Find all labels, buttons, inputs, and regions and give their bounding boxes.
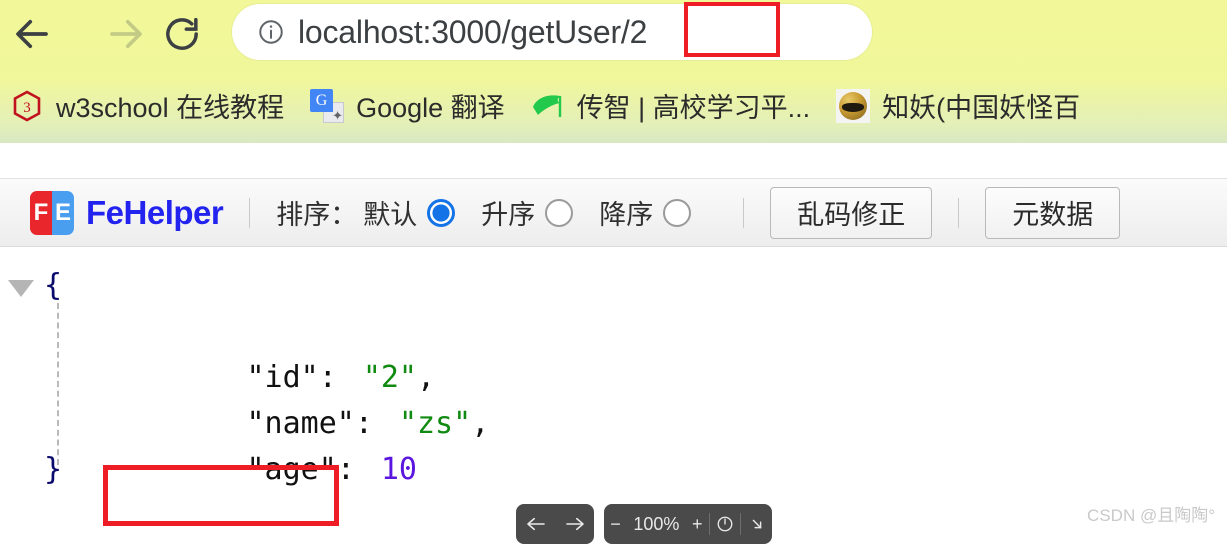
radio-unchecked-icon[interactable]: [545, 198, 574, 227]
bookmark-label: w3school 在线教程: [56, 93, 285, 123]
arrow-right-icon: [105, 13, 147, 55]
json-tree: { "id": "2", "name": "zs", "age": 10 }: [44, 263, 489, 493]
arrow-left-icon: [11, 13, 53, 55]
leaf-icon: [531, 89, 565, 123]
json-value: "2": [362, 360, 417, 395]
sort-option-label: 升序: [481, 200, 536, 230]
json-comma: ,: [471, 406, 490, 441]
fehelper-logo[interactable]: F E FeHelper: [30, 190, 224, 235]
toolbar-divider: [249, 197, 251, 228]
info-circle-icon[interactable]: [256, 17, 286, 47]
google-translate-icon: G ✦: [310, 88, 345, 123]
svg-text:3: 3: [23, 100, 31, 116]
bookmark-chuanzhi[interactable]: 传智 | 高校学习平...: [531, 78, 811, 134]
address-bar-url: localhost:3000/getUser/2: [298, 13, 648, 50]
fehelper-mark-e: E: [52, 190, 74, 235]
page-content: F E FeHelper 排序： 默认 升序 降序 乱码修正 元数据 {"id…: [0, 143, 1227, 544]
json-row-id[interactable]: "id": "2",: [44, 309, 489, 395]
fehelper-brand-name: FeHelper: [86, 193, 224, 231]
sort-label: 排序：: [276, 200, 358, 230]
bookmark-label: Google 翻译: [356, 93, 505, 123]
zhiyao-avatar-icon: [836, 88, 871, 123]
toolbar-divider: [958, 197, 960, 228]
json-key: "age": [246, 452, 337, 487]
radio-checked-icon[interactable]: [427, 198, 456, 227]
triangle-down-icon[interactable]: [4, 275, 38, 301]
bookmark-zhiyao[interactable]: 知妖(中国妖怪百: [836, 78, 1080, 134]
json-colon: :: [336, 452, 355, 487]
w3school-icon: 3: [10, 89, 44, 123]
bookmark-google-translate[interactable]: G ✦ Google 翻译: [310, 78, 505, 134]
bookmarks-bar: 3 w3school 在线教程 G ✦ Google 翻译 传智 | 高校学习平…: [0, 68, 1227, 143]
browser-navigation-bar: localhost:3000/getUser/2: [0, 0, 1227, 68]
bookmark-w3school[interactable]: 3 w3school 在线教程: [10, 78, 284, 134]
back-button[interactable]: [2, 4, 62, 64]
json-key: "name": [246, 406, 355, 441]
json-indent-guide: [57, 303, 59, 465]
json-comma: ,: [417, 360, 436, 395]
sort-option-descending[interactable]: 降序: [599, 193, 692, 232]
json-key: "id": [246, 360, 319, 395]
json-viewer: { "id": "2", "name": "zs", "age": 10 }: [0, 263, 1227, 530]
fehelper-toolbar: F E FeHelper 排序： 默认 升序 降序 乱码修正 元数据: [0, 178, 1227, 247]
reload-icon: [162, 14, 202, 54]
json-open-brace: {: [44, 268, 63, 303]
bookmark-label: 知妖(中国妖怪百: [882, 93, 1081, 123]
bookmark-label: 传智 | 高校学习平...: [576, 93, 811, 123]
toolbar-divider: [743, 197, 745, 228]
fehelper-mark-icon: F E: [30, 190, 74, 235]
sort-option-label: 降序: [599, 200, 654, 230]
radio-unchecked-icon[interactable]: [663, 198, 692, 227]
reload-button[interactable]: [152, 4, 212, 64]
metadata-button[interactable]: 元数据: [985, 186, 1121, 239]
watermark-text: CSDN @且陶陶°: [1087, 506, 1215, 525]
browser-chrome: localhost:3000/getUser/2 3 w3school 在线教程…: [0, 0, 1227, 143]
address-bar[interactable]: localhost:3000/getUser/2: [232, 4, 872, 60]
fix-garbled-text-button[interactable]: 乱码修正: [770, 186, 933, 239]
sort-control-group: 排序： 默认 升序 降序: [276, 193, 717, 232]
forward-button[interactable]: [96, 4, 156, 64]
json-value: 10: [380, 452, 417, 487]
sort-option-default[interactable]: 默认: [363, 193, 456, 232]
sort-option-label: 默认: [363, 200, 418, 230]
json-colon: :: [354, 406, 373, 441]
sort-option-ascending[interactable]: 升序: [481, 193, 574, 232]
json-colon: :: [318, 360, 337, 395]
fehelper-mark-f: F: [30, 190, 52, 235]
json-value: "zs": [398, 406, 472, 441]
